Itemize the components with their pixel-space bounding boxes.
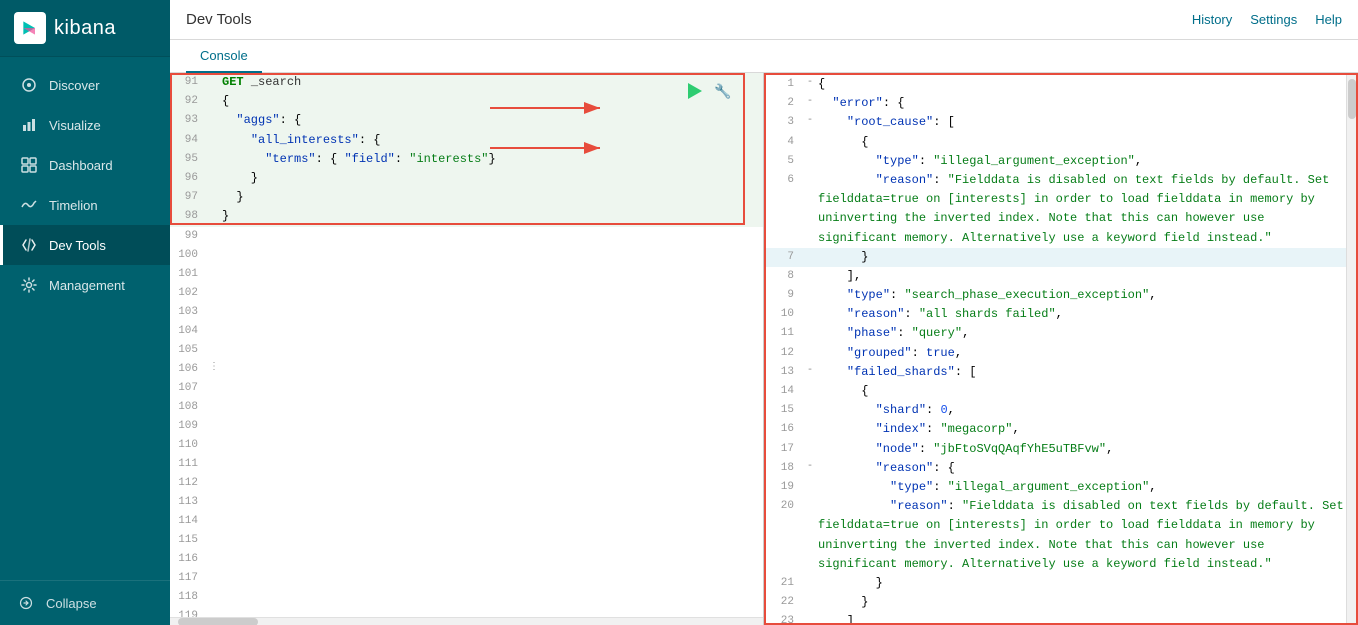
editor-toolbar: 🔧 <box>683 79 735 103</box>
editor-line-93: 93 "aggs": { <box>170 111 763 130</box>
response-line-11: 11 "phase": "query", <box>766 324 1356 343</box>
response-line-20: 20 "reason": "Fielddata is disabled on t… <box>766 497 1356 574</box>
response-line-2: 2 - "error": { <box>766 94 1356 113</box>
kibana-logo-icon <box>14 12 46 44</box>
response-line-17: 17 "node": "jbFtoSVqQAqfYhE5uTBFvw", <box>766 440 1356 459</box>
main-content: Dev Tools History Settings Help Console … <box>170 0 1358 625</box>
sidebar-item-discover-label: Discover <box>49 78 100 93</box>
help-link[interactable]: Help <box>1315 12 1342 27</box>
topbar: Dev Tools History Settings Help <box>170 0 1358 40</box>
editor-line-105: 105 <box>170 341 763 360</box>
response-line-21: 21 } <box>766 574 1356 593</box>
sidebar-item-management[interactable]: Management <box>0 265 170 305</box>
editor-line-99: 99 <box>170 227 763 246</box>
editor-line-95: 95 "terms": { "field": "interests"} <box>170 150 763 169</box>
tab-bar: Console <box>170 40 1358 73</box>
wrench-button[interactable]: 🔧 <box>711 79 735 103</box>
response-line-22: 22 } <box>766 593 1356 612</box>
discover-icon <box>19 75 39 95</box>
devtools-icon <box>19 235 39 255</box>
sidebar-item-visualize[interactable]: Visualize <box>0 105 170 145</box>
run-button[interactable] <box>683 79 707 103</box>
collapse-icon <box>16 593 36 613</box>
sidebar-item-dashboard-label: Dashboard <box>49 158 113 173</box>
editor-line-111: 111 <box>170 455 763 474</box>
editor-line-100: 100 <box>170 246 763 265</box>
sidebar: kibana Discover Visualize <box>0 0 170 625</box>
editor-line-101: 101 <box>170 265 763 284</box>
topbar-actions: History Settings Help <box>1192 12 1342 27</box>
devtools-content: 🔧 91 GET _search <box>170 73 1358 625</box>
editor-line-103: 103 <box>170 303 763 322</box>
collapse-button[interactable]: Collapse <box>0 580 170 625</box>
response-line-15: 15 "shard": 0, <box>766 401 1356 420</box>
editor-line-114: 114 <box>170 512 763 531</box>
response-line-18: 18 - "reason": { <box>766 459 1356 478</box>
logo: kibana <box>0 0 170 57</box>
response-line-14: 14 { <box>766 382 1356 401</box>
editor-line-102: 102 <box>170 284 763 303</box>
response-line-8: 8 ], <box>766 267 1356 286</box>
response-panel: 1 - { 2 - "error": { 3 - "root_cause": [… <box>764 73 1358 625</box>
editor-hscrollbar[interactable] <box>170 617 763 625</box>
response-line-5: 5 "type": "illegal_argument_exception", <box>766 152 1356 171</box>
editor-line-117: 117 <box>170 569 763 588</box>
tab-console[interactable]: Console <box>186 40 262 73</box>
editor-line-96: 96 } <box>170 169 763 188</box>
editor-line-98: 98 } <box>170 207 763 226</box>
editor-line-118: 118 <box>170 588 763 607</box>
response-line-4: 4 { <box>766 133 1356 152</box>
editor-line-119: 119 <box>170 607 763 618</box>
editor-line-91: 91 GET _search <box>170 73 763 92</box>
response-line-16: 16 "index": "megacorp", <box>766 420 1356 439</box>
response-line-12: 12 "grouped": true, <box>766 344 1356 363</box>
response-line-1: 1 - { <box>766 75 1356 94</box>
editor-line-94: 94 "all_interests": { <box>170 131 763 150</box>
history-link[interactable]: History <box>1192 12 1232 27</box>
response-line-23: 23 ] <box>766 612 1356 623</box>
sidebar-item-management-label: Management <box>49 278 125 293</box>
response-vscrollbar[interactable] <box>1346 75 1356 623</box>
visualize-icon <box>19 115 39 135</box>
response-line-3: 3 - "root_cause": [ <box>766 113 1356 132</box>
editor-line-109: 109 <box>170 417 763 436</box>
editor-line-97: 97 } <box>170 188 763 207</box>
sidebar-item-discover[interactable]: Discover <box>0 65 170 105</box>
sidebar-nav: Discover Visualize Dashboar <box>0 57 170 580</box>
page-title: Dev Tools <box>186 11 252 28</box>
response-code-area[interactable]: 1 - { 2 - "error": { 3 - "root_cause": [… <box>766 75 1356 623</box>
editor-line-107: 107 <box>170 379 763 398</box>
editor-panel: 🔧 91 GET _search <box>170 73 764 625</box>
collapse-label: Collapse <box>46 596 97 611</box>
response-line-6: 6 "reason": "Fielddata is disabled on te… <box>766 171 1356 248</box>
editor-line-110: 110 <box>170 436 763 455</box>
response-line-19: 19 "type": "illegal_argument_exception", <box>766 478 1356 497</box>
sidebar-item-timelion-label: Timelion <box>49 198 98 213</box>
sidebar-item-timelion[interactable]: Timelion <box>0 185 170 225</box>
editor-line-113: 113 <box>170 493 763 512</box>
response-line-13: 13 - "failed_shards": [ <box>766 363 1356 382</box>
editor-line-112: 112 <box>170 474 763 493</box>
response-line-7: 7 } <box>766 248 1356 267</box>
response-line-9: 9 "type": "search_phase_execution_except… <box>766 286 1356 305</box>
settings-link[interactable]: Settings <box>1250 12 1297 27</box>
editor-line-106: 106 ⋮ <box>170 360 763 379</box>
sidebar-item-visualize-label: Visualize <box>49 118 101 133</box>
editor-code-area[interactable]: 91 GET _search 92 { 93 "aggs": { 94 <box>170 73 763 617</box>
response-line-10: 10 "reason": "all shards failed", <box>766 305 1356 324</box>
dashboard-icon <box>19 155 39 175</box>
editor-line-92: 92 { <box>170 92 763 111</box>
management-icon <box>19 275 39 295</box>
sidebar-item-devtools[interactable]: Dev Tools <box>0 225 170 265</box>
editor-line-108: 108 <box>170 398 763 417</box>
sidebar-item-dashboard[interactable]: Dashboard <box>0 145 170 185</box>
editor-line-115: 115 <box>170 531 763 550</box>
editor-line-104: 104 <box>170 322 763 341</box>
kibana-logo-text: kibana <box>54 17 116 40</box>
timelion-icon <box>19 195 39 215</box>
editor-line-116: 116 <box>170 550 763 569</box>
sidebar-item-devtools-label: Dev Tools <box>49 238 106 253</box>
